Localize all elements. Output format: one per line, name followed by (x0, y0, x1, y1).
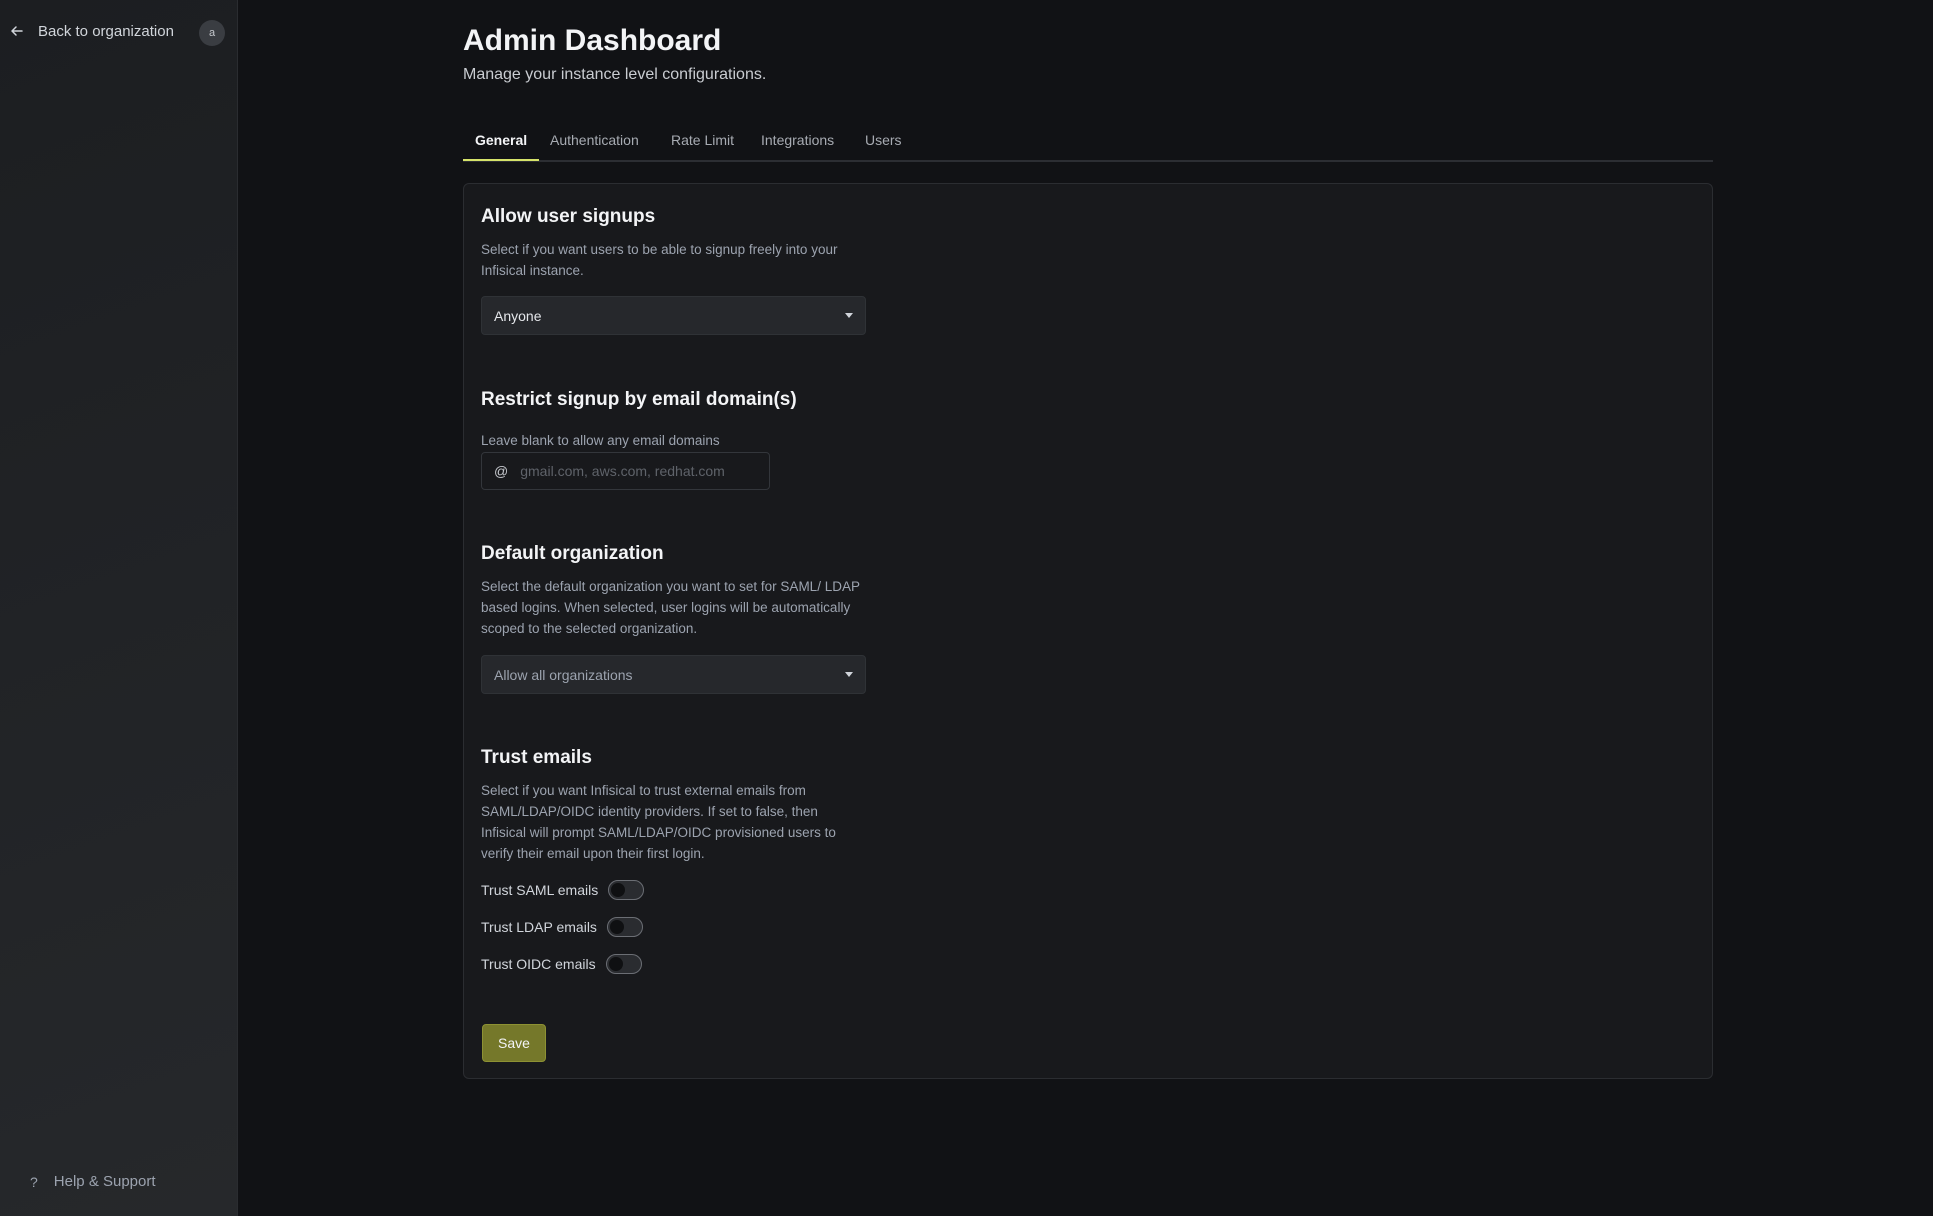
default-org-description: Select the default organization you want… (481, 579, 860, 636)
general-settings-card: Allow user signups Select if you want us… (463, 183, 1713, 1079)
arrow-left-icon (11, 26, 23, 36)
signup-mode-value: Anyone (494, 307, 542, 324)
trust-ldap-toggle[interactable] (606, 917, 643, 937)
tab-bar: General Authentication Rate Limit Integr… (463, 128, 1713, 162)
tab-integrations[interactable]: Integrations (761, 132, 834, 148)
caret-down-icon (845, 313, 853, 318)
toggle-knob (611, 883, 626, 897)
trust-ldap-label: Trust LDAP emails (481, 919, 597, 935)
signups-description: Select if you want users to be able to s… (481, 242, 838, 278)
back-link-label: Back to organization (38, 22, 174, 40)
caret-down-icon (845, 672, 853, 677)
trust-oidc-label: Trust OIDC emails (481, 956, 596, 972)
tab-users[interactable]: Users (865, 132, 902, 148)
signup-mode-select[interactable]: Anyone (481, 296, 866, 335)
restrict-hint: Leave blank to allow any email domains (481, 433, 720, 448)
save-button[interactable]: Save (482, 1024, 546, 1062)
trust-oidc-row: Trust OIDC emails (481, 954, 642, 974)
restrict-title: Restrict signup by email domain(s) (481, 389, 797, 410)
trust-saml-label: Trust SAML emails (481, 882, 599, 898)
toggle-knob (608, 957, 623, 971)
tab-rate-limit[interactable]: Rate Limit (671, 132, 734, 148)
trust-saml-toggle[interactable] (608, 880, 645, 900)
help-support-label: Help & Support (53, 1173, 156, 1190)
default-org-select[interactable]: Allow all organizations (481, 655, 866, 694)
trust-saml-row: Trust SAML emails (481, 880, 645, 900)
trust-oidc-toggle[interactable] (605, 954, 642, 974)
tab-general[interactable]: General (475, 132, 527, 148)
active-tab-indicator (463, 159, 539, 161)
signups-title: Allow user signups (481, 206, 656, 227)
email-domains-field[interactable]: @ (481, 452, 770, 490)
trust-emails-description: Select if you want Infisical to trust ex… (481, 783, 836, 861)
trust-ldap-row: Trust LDAP emails (481, 917, 643, 937)
email-domains-input[interactable] (520, 463, 751, 479)
at-icon: @ (494, 463, 509, 479)
default-org-value: Allow all organizations (494, 666, 633, 683)
question-icon: ? (30, 1173, 38, 1190)
default-org-title: Default organization (481, 543, 664, 564)
toggle-knob (609, 920, 624, 934)
page-subtitle: Manage your instance level configuration… (463, 66, 767, 83)
sidebar: Back to organization a ? Help & Support (0, 0, 238, 1216)
back-to-organization-link[interactable]: Back to organization (10, 20, 174, 42)
help-support-link[interactable]: ? Help & Support (30, 1173, 156, 1190)
avatar[interactable]: a (199, 20, 225, 46)
tab-authentication[interactable]: Authentication (550, 132, 639, 148)
page-title: Admin Dashboard (463, 24, 722, 57)
trust-emails-title: Trust emails (481, 747, 592, 768)
